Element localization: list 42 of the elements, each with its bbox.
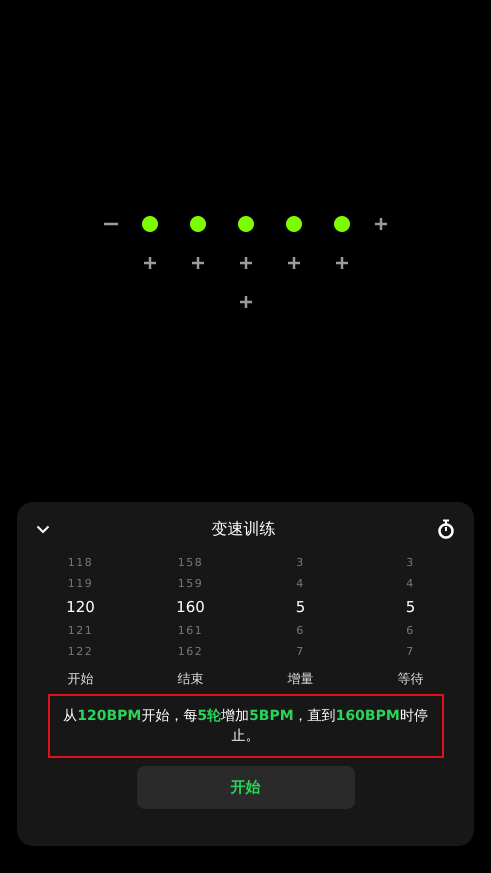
plus-icon[interactable]	[142, 256, 156, 270]
picker-label: 等待	[398, 671, 424, 688]
plus-icon[interactable]	[286, 256, 300, 270]
picker-value[interactable]: 5	[406, 594, 416, 620]
start-button[interactable]: 开始	[136, 766, 354, 809]
plus-icon[interactable]	[238, 256, 252, 270]
beat-dot[interactable]	[238, 216, 254, 232]
minus-icon[interactable]	[104, 222, 118, 226]
picker-label: 开始	[68, 671, 94, 688]
plus-icon[interactable]	[190, 256, 204, 270]
beat-dot[interactable]	[142, 216, 158, 232]
picker-value[interactable]: 122	[68, 641, 94, 662]
picker-value[interactable]: 7	[296, 641, 305, 662]
stopwatch-icon[interactable]	[437, 519, 455, 539]
summary-text: 从120BPM开始，每5轮增加5BPM，直到160BPM时停止。	[48, 694, 444, 758]
picker-value[interactable]: 3	[406, 552, 415, 573]
beat-dot[interactable]	[286, 216, 302, 232]
picker-value[interactable]: 119	[68, 573, 94, 594]
picker-value[interactable]: 7	[406, 641, 415, 662]
picker-value[interactable]: 158	[178, 552, 204, 573]
plus-icon[interactable]	[374, 217, 388, 231]
panel-title: 变速训练	[212, 518, 276, 540]
picker-value[interactable]: 6	[296, 620, 305, 641]
picker-value[interactable]: 4	[296, 573, 305, 594]
picker-value[interactable]: 120	[66, 594, 95, 620]
chevron-down-icon[interactable]	[36, 524, 50, 534]
picker-value[interactable]: 159	[178, 573, 204, 594]
beat-dot[interactable]	[334, 216, 350, 232]
picker-value[interactable]: 3	[296, 552, 305, 573]
beat-dot[interactable]	[190, 216, 206, 232]
plus-icon[interactable]	[238, 295, 252, 309]
picker-value[interactable]: 5	[296, 594, 306, 620]
picker-value[interactable]: 161	[178, 620, 204, 641]
picker-value[interactable]: 118	[68, 552, 94, 573]
picker-value[interactable]: 160	[176, 594, 205, 620]
picker-value[interactable]: 121	[68, 620, 94, 641]
plus-icon[interactable]	[334, 256, 348, 270]
picker-label: 结束	[178, 671, 204, 688]
picker-value[interactable]: 4	[406, 573, 415, 594]
picker-label: 增量	[288, 671, 314, 688]
picker-value[interactable]: 6	[406, 620, 415, 641]
picker-value[interactable]: 162	[178, 641, 204, 662]
